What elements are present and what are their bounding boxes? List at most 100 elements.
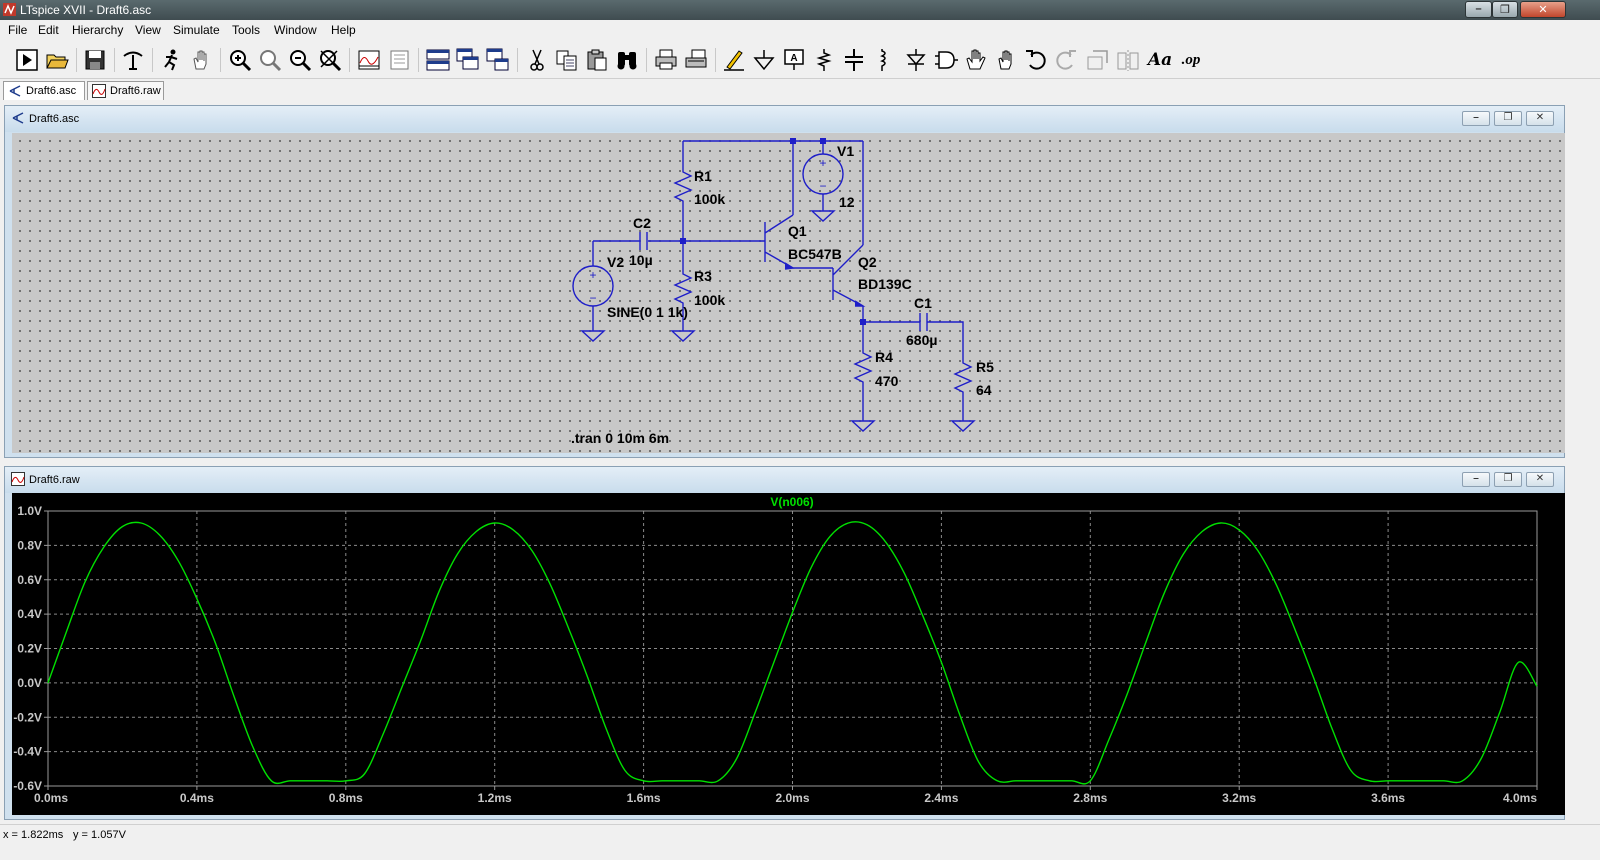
component-icon xyxy=(935,51,958,69)
y-tick-label: -0.4V xyxy=(13,745,42,759)
resistor-button[interactable] xyxy=(811,47,837,73)
tile-vertical-button[interactable] xyxy=(485,47,511,73)
drag-button[interactable] xyxy=(993,47,1019,73)
diode-button[interactable] xyxy=(903,47,929,73)
zoom-out-button[interactable] xyxy=(287,47,313,73)
maximize-button[interactable]: ❐ xyxy=(1492,1,1518,18)
label-q2: Q2 xyxy=(858,254,877,270)
tab-label: Draft6.asc xyxy=(26,85,77,97)
menu-edit[interactable]: Edit xyxy=(38,23,59,37)
minimize-button[interactable]: – xyxy=(1465,1,1492,18)
run-button[interactable] xyxy=(14,47,40,73)
inductor-icon xyxy=(880,49,886,71)
label-r5: R5 xyxy=(976,359,994,375)
menu-hierarchy[interactable]: Hierarchy xyxy=(72,23,123,37)
open-button[interactable] xyxy=(44,47,70,73)
ground-icon xyxy=(753,50,775,71)
ground-symbol xyxy=(850,420,876,432)
pan-button[interactable] xyxy=(188,47,214,73)
schematic-minimize-button[interactable]: – xyxy=(1462,111,1490,126)
y-axis-ticks: 1.0V0.8V0.6V0.4V0.2V0.0V-0.2V-0.4V-0.6V xyxy=(13,504,48,793)
undo-button[interactable] xyxy=(1023,47,1049,73)
halt-icon xyxy=(164,49,178,71)
x-tick-label: 2.8ms xyxy=(1073,791,1107,805)
copy-button[interactable] xyxy=(554,47,580,73)
close-button[interactable]: ✕ xyxy=(1520,1,1566,18)
minimize-icon: – xyxy=(1473,473,1479,484)
find-icon xyxy=(617,52,637,70)
waveform-close-button[interactable]: ✕ xyxy=(1526,472,1554,487)
zoom-fit-button[interactable] xyxy=(257,47,283,73)
value-c2: 10µ xyxy=(629,252,653,268)
run-icon xyxy=(16,49,38,71)
cascade-button[interactable] xyxy=(455,47,481,73)
label-v1: V1 xyxy=(837,143,854,159)
find-button[interactable] xyxy=(614,47,640,73)
maximize-icon: ❐ xyxy=(1500,4,1510,16)
plot-grid xyxy=(48,511,1537,786)
menu-help[interactable]: Help xyxy=(331,23,356,37)
print-preview-button[interactable] xyxy=(683,47,709,73)
label-q1: Q1 xyxy=(788,223,807,239)
component-button[interactable] xyxy=(933,47,959,73)
cut-button[interactable] xyxy=(524,47,550,73)
save-button[interactable] xyxy=(82,47,108,73)
menu-file[interactable]: File xyxy=(8,23,27,37)
zoom-cancel-icon xyxy=(320,50,342,72)
waveform-plot-area[interactable]: 1.0V 0.8V 0.6V 0.4V 0.2V 0.0V -0.2V -0.4V -0.6V … xyxy=(12,493,1565,815)
ground-button[interactable] xyxy=(751,47,777,73)
maximize-icon: ❐ xyxy=(1503,112,1513,123)
y-tick-label: 0.2V xyxy=(17,642,42,656)
v1-plus-sign: + xyxy=(819,156,826,170)
y-tick-label: 1.0V xyxy=(17,504,42,518)
drag-icon xyxy=(998,50,1012,70)
paste-button[interactable] xyxy=(584,47,610,73)
move-button[interactable] xyxy=(963,47,989,73)
value-q2: BD139C xyxy=(858,276,912,292)
menu-bar: File Edit Hierarchy View Simulate Tools … xyxy=(0,20,1600,41)
rotate-button[interactable] xyxy=(1085,47,1111,73)
autorange-button[interactable] xyxy=(356,47,382,73)
menu-window[interactable]: Window xyxy=(274,23,317,37)
tab-draft6-raw[interactable]: Draft6.raw xyxy=(87,81,164,100)
draw-wire-button[interactable] xyxy=(721,47,747,73)
label-r1: R1 xyxy=(694,168,712,184)
zoom-in-button[interactable] xyxy=(227,47,253,73)
menu-view[interactable]: View xyxy=(135,23,161,37)
control-panel-button[interactable] xyxy=(120,47,146,73)
capacitor-button[interactable] xyxy=(841,47,867,73)
plot-settings-icon xyxy=(390,50,409,70)
tab-label: Draft6.raw xyxy=(110,85,161,97)
inductor-button[interactable] xyxy=(871,47,897,73)
waveform-maximize-button[interactable]: ❐ xyxy=(1494,472,1522,487)
paste-icon xyxy=(587,49,607,71)
label-net-button[interactable]: A xyxy=(781,47,807,73)
redo-button[interactable] xyxy=(1053,47,1079,73)
value-r1: 100k xyxy=(694,191,725,207)
halt-button[interactable] xyxy=(158,47,184,73)
schematic-icon xyxy=(12,112,24,124)
waveform-minimize-button[interactable]: – xyxy=(1462,472,1490,487)
mirror-button[interactable] xyxy=(1115,47,1141,73)
text-button[interactable]: Aa xyxy=(1147,47,1173,73)
copy-icon xyxy=(556,50,577,71)
zoom-cancel-button[interactable] xyxy=(317,47,343,73)
menu-simulate[interactable]: Simulate xyxy=(173,23,220,37)
trace-label-vn006: V(n006) xyxy=(770,495,813,509)
label-c2: C2 xyxy=(633,215,651,231)
menu-tools[interactable]: Tools xyxy=(232,23,260,37)
print-button[interactable] xyxy=(653,47,679,73)
tile-horizontal-button[interactable] xyxy=(425,47,451,73)
schematic-close-button[interactable]: ✕ xyxy=(1526,111,1554,126)
plot-settings-button[interactable] xyxy=(386,47,412,73)
value-c1: 680µ xyxy=(906,332,937,348)
schematic-window-titlebar: Draft6.asc – ❐ ✕ xyxy=(5,106,1564,132)
capacitor-c2 xyxy=(639,232,648,250)
maximize-icon: ❐ xyxy=(1503,473,1513,484)
document-tabs: Draft6.asc Draft6.raw xyxy=(0,79,1600,101)
tab-draft6-asc[interactable]: Draft6.asc xyxy=(3,81,85,100)
cut-icon xyxy=(530,49,544,71)
schematic-canvas[interactable]: + − + − R1 100k R3 100k C2 10µ V2 SINE(0… xyxy=(12,133,1565,453)
spice-directive-button[interactable]: .op xyxy=(1178,47,1204,73)
schematic-maximize-button[interactable]: ❐ xyxy=(1494,111,1522,126)
